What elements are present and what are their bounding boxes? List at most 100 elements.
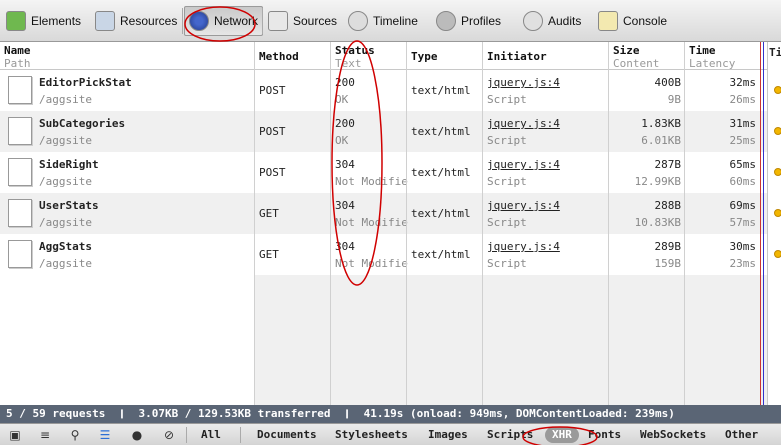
request-path: /aggsite [39,93,92,106]
dock-icon[interactable]: ▣ [6,427,24,443]
tab-profiles[interactable]: Profiles [432,6,505,36]
timeline-bar [774,127,781,135]
total-time: 32ms [729,76,757,89]
col-time[interactable]: Time Latency [685,42,739,70]
tab-timeline[interactable]: Timeline [344,6,422,36]
filter-other[interactable]: Other [725,427,758,443]
content-size: 10.83KB [634,216,681,229]
initiator-type: Script [487,134,527,147]
table-row-cells: SubCategories/aggsite POST 200 OK text/html j… [0,111,767,152]
request-method: GET [259,207,279,220]
network-summary: 5 / 59 requests ❙ 3.07KB / 129.53KB tran… [0,405,781,423]
content-size: 159B [654,257,682,270]
timeline-bar [774,168,781,176]
content-size: 6.01KB [641,134,681,147]
file-icon [8,117,32,145]
total-time: 30ms [729,240,757,253]
network-icon [189,11,209,31]
filter-xhr[interactable]: XHR [545,427,579,443]
list-view-icon[interactable]: ☰ [96,427,114,443]
timeline-bar [774,250,781,258]
request-method: POST [259,125,286,138]
request-name[interactable]: AggStats [39,238,92,255]
tab-resources[interactable]: Resources [91,6,181,36]
tab-console[interactable]: Console [594,6,671,36]
mime-type: text/html [411,125,471,138]
request-name[interactable]: UserStats [39,197,99,214]
initiator-type: Script [487,216,527,229]
mime-type: text/html [411,84,471,97]
latency: 60ms [729,175,757,188]
audits-icon [523,11,543,31]
latency: 23ms [729,257,757,270]
filter-all[interactable]: All [201,427,221,443]
status-code: 200 [335,76,355,89]
total-time: 31ms [729,117,757,130]
record-icon[interactable]: ● [128,427,146,443]
status-code: 304 [335,199,355,212]
mime-type: text/html [411,166,471,179]
col-type[interactable]: Type [407,42,442,70]
filter-stylesheets[interactable]: Stylesheets [335,427,408,443]
table-row-cells: EditorPickStat/aggsite POST 200 OK text/html… [0,70,767,111]
tab-audits[interactable]: Audits [519,6,585,36]
col-initiator[interactable]: Initiator [483,42,551,70]
initiator-link[interactable]: jquery.js:4 [487,238,560,255]
status-text: Not Modifie [335,257,408,270]
status-toolbar: ▣ ≡ ⚲ ☰ ● ⊘ All Documents Stylesheets Im… [0,423,781,445]
col-timeline[interactable]: Ti [769,46,781,59]
initiator-link[interactable]: jquery.js:4 [487,197,560,214]
timeline-column: Ti [767,42,781,405]
request-method: POST [259,166,286,179]
mime-type: text/html [411,207,471,220]
status-text: Not Modifie [335,175,408,188]
file-icon [8,240,32,268]
grid-header: Name Path Method Status Text Type Initiato… [0,42,767,70]
filter-documents[interactable]: Documents [257,427,317,443]
col-status[interactable]: Status Text [331,42,379,70]
request-path: /aggsite [39,216,92,229]
tab-elements[interactable]: Elements [2,6,85,36]
initiator-type: Script [487,93,527,106]
timeline-bar [774,209,781,217]
request-name[interactable]: SubCategories [39,115,125,132]
filter-fonts[interactable]: Fonts [588,427,621,443]
elements-icon [6,11,26,31]
console-drawer-icon[interactable]: ≡ [36,427,54,443]
request-path: /aggsite [39,175,92,188]
request-method: GET [259,248,279,261]
latency: 25ms [729,134,757,147]
request-name[interactable]: SideRight [39,156,99,173]
sources-icon [268,11,288,31]
latency: 26ms [729,93,757,106]
latency: 57ms [729,216,757,229]
transfer-size: 289B [654,240,682,253]
status-code: 304 [335,240,355,253]
file-icon [8,199,32,227]
initiator-link[interactable]: jquery.js:4 [487,74,560,91]
total-time: 69ms [729,199,757,212]
filter-scripts[interactable]: Scripts [487,427,533,443]
initiator-type: Script [487,175,527,188]
transfer-size: 1.83KB [641,117,681,130]
table-row-cells: SideRight/aggsite POST 304 Not Modifie text/… [0,152,767,193]
initiator-link[interactable]: jquery.js:4 [487,156,560,173]
col-name[interactable]: Name Path [0,42,35,70]
col-method[interactable]: Method [255,42,303,70]
status-text: Not Modifie [335,216,408,229]
search-icon[interactable]: ⚲ [66,427,84,443]
tab-sources[interactable]: Sources [264,6,341,36]
status-text: OK [335,134,349,147]
clear-icon[interactable]: ⊘ [160,427,178,443]
col-size[interactable]: Size Content [609,42,663,70]
initiator-link[interactable]: jquery.js:4 [487,115,560,132]
console-icon [598,11,618,31]
resources-icon [95,11,115,31]
mime-type: text/html [411,248,471,261]
filter-websockets[interactable]: WebSockets [640,427,706,443]
table-row-cells: AggStats/aggsite GET 304 Not Modifie text/ht… [0,234,767,275]
request-name[interactable]: EditorPickStat [39,74,132,91]
filter-images[interactable]: Images [428,427,468,443]
status-code: 200 [335,117,355,130]
tab-network[interactable]: Network [184,6,264,36]
